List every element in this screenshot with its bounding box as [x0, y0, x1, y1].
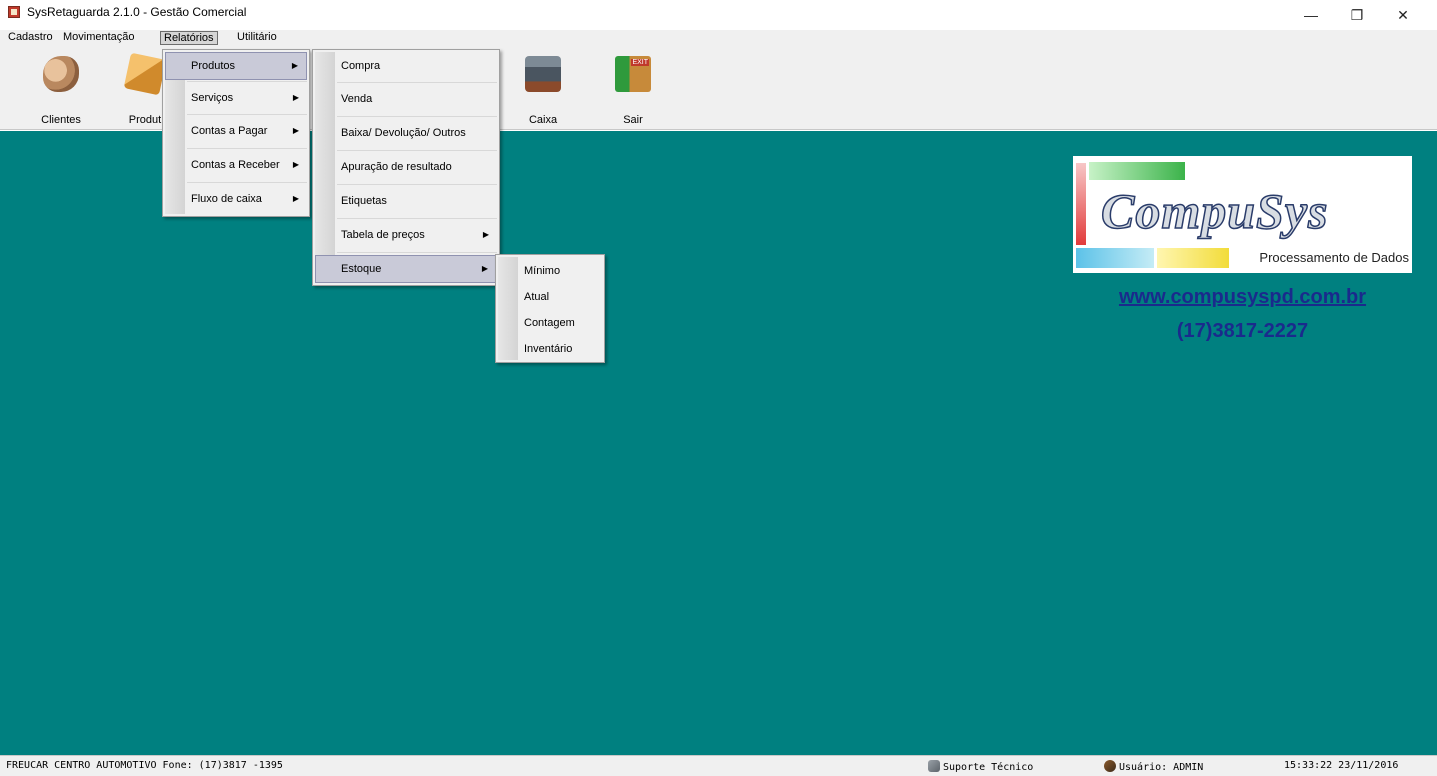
- menu-separator: [187, 182, 307, 183]
- produtos-submenu: Compra Venda Baixa/ Devolução/ Outros Ap…: [312, 49, 500, 286]
- menu-separator: [187, 114, 307, 115]
- menu-item-label: Mínimo: [524, 265, 561, 277]
- company-logo: CompuSys Processamento de Dados: [1073, 156, 1412, 273]
- tools-icon: [928, 760, 940, 772]
- logo-tagline: Processamento de Dados: [1259, 250, 1409, 265]
- menu-item-label: Compra: [341, 60, 381, 72]
- handshake-icon: [43, 56, 79, 92]
- menu-item-servicos[interactable]: Serviços ▶: [165, 84, 307, 112]
- window-title: SysRetaguarda 2.1.0 - Gestão Comercial: [27, 5, 247, 19]
- clock: 15:33:22 23/11/2016: [1284, 760, 1399, 771]
- submenu-arrow-icon: ▶: [292, 194, 299, 203]
- user-panel: Usuário: ADMIN: [1104, 760, 1203, 773]
- logo-yellow-bar: [1157, 248, 1229, 268]
- menu-item-label: Etiquetas: [341, 195, 387, 207]
- menu-item-label: Estoque: [341, 263, 382, 275]
- submenu-arrow-icon: ▶: [481, 264, 488, 273]
- menu-item-contagem[interactable]: Contagem: [498, 309, 602, 337]
- caixa-button[interactable]: Caixa: [510, 52, 576, 126]
- menu-item-inventario[interactable]: Inventário: [498, 335, 602, 363]
- menu-separator: [337, 116, 497, 117]
- menu-item-label: Apuração de resultado: [341, 161, 452, 173]
- company-phone: (17)3817-2227: [1176, 320, 1309, 342]
- menu-item-venda[interactable]: Venda: [315, 85, 497, 113]
- menu-separator: [337, 184, 497, 185]
- menu-item-minimo[interactable]: Mínimo: [498, 257, 602, 285]
- clientes-label: Clientes: [41, 114, 81, 126]
- company-url-link[interactable]: www.compusyspd.com.br: [1073, 286, 1412, 309]
- user-label: Usuário: ADMIN: [1119, 762, 1204, 773]
- menu-item-label: Baixa/ Devolução/ Outros: [341, 127, 466, 139]
- app-icon: [8, 6, 20, 18]
- menu-item-atual[interactable]: Atual: [498, 283, 602, 311]
- menu-separator: [337, 218, 497, 219]
- logo-red-bar: [1076, 163, 1086, 245]
- menu-item-label: Fluxo de caixa: [191, 193, 262, 205]
- menu-item-label: Contas a Pagar: [191, 125, 268, 137]
- menu-item-label: Contas a Receber: [191, 159, 280, 171]
- menu-item-label: Venda: [341, 93, 373, 105]
- menu-item-fluxo-caixa[interactable]: Fluxo de caixa ▶: [165, 185, 307, 213]
- menu-item-apuracao-resultado[interactable]: Apuração de resultado: [315, 153, 497, 181]
- menu-relatorios[interactable]: Relatórios: [160, 31, 218, 45]
- logo-name: CompuSys: [1100, 182, 1329, 240]
- user-icon: [1104, 760, 1116, 772]
- menu-bar: Cadastro Movimentação Relatórios Utilitá…: [0, 30, 1437, 46]
- minimize-button[interactable]: —: [1288, 0, 1334, 30]
- menu-item-contas-receber[interactable]: Contas a Receber ▶: [165, 151, 307, 179]
- menu-separator: [337, 82, 497, 83]
- restore-button[interactable]: ❐: [1334, 0, 1380, 30]
- menu-item-label: Contagem: [524, 317, 575, 329]
- menu-item-label: Atual: [524, 291, 550, 303]
- menu-separator: [187, 81, 307, 82]
- menu-item-produtos[interactable]: Produtos ▶: [165, 52, 307, 80]
- menu-item-baixa-devolucao[interactable]: Baixa/ Devolução/ Outros: [315, 119, 497, 147]
- title-bar: SysRetaguarda 2.1.0 - Gestão Comercial —…: [0, 0, 1437, 30]
- cash-register-icon: [525, 56, 561, 92]
- exit-door-icon: [615, 56, 651, 92]
- menu-item-estoque[interactable]: Estoque ▶: [315, 255, 497, 283]
- sair-label: Sair: [623, 114, 643, 126]
- support-label: Suporte Técnico: [943, 762, 1034, 773]
- logo-green-bar: [1089, 162, 1185, 180]
- submenu-arrow-icon: ▶: [292, 160, 299, 169]
- relatorios-menu: Produtos ▶ Serviços ▶ Contas a Pagar ▶ C…: [162, 49, 310, 217]
- menu-utilitario[interactable]: Utilitário: [234, 31, 280, 45]
- menu-item-label: Serviços: [191, 92, 234, 104]
- submenu-arrow-icon: ▶: [292, 93, 299, 102]
- menu-separator: [337, 252, 497, 253]
- menu-item-label: Tabela de preços: [341, 229, 425, 241]
- submenu-arrow-icon: ▶: [482, 230, 489, 239]
- menu-item-tabela-precos[interactable]: Tabela de preços ▶: [315, 221, 497, 249]
- menu-item-compra[interactable]: Compra: [315, 52, 497, 80]
- menu-item-label: Produtos: [191, 60, 236, 72]
- caixa-label: Caixa: [528, 114, 558, 126]
- submenu-arrow-icon: ▶: [291, 61, 298, 70]
- box-icon: [123, 52, 167, 96]
- close-button[interactable]: ✕: [1380, 0, 1426, 30]
- estoque-submenu: Mínimo Atual Contagem Inventário: [495, 254, 605, 363]
- clientes-button[interactable]: Clientes: [28, 52, 94, 126]
- sair-button[interactable]: Sair: [600, 52, 666, 126]
- menu-item-contas-pagar[interactable]: Contas a Pagar ▶: [165, 117, 307, 145]
- menu-separator: [187, 148, 307, 149]
- menu-movimentacao[interactable]: Movimentação: [60, 31, 138, 45]
- menu-item-etiquetas[interactable]: Etiquetas: [315, 187, 497, 215]
- menu-cadastro[interactable]: Cadastro: [5, 31, 56, 45]
- company-info: FREUCAR CENTRO AUTOMOTIVO Fone: (17)3817…: [6, 760, 283, 771]
- menu-separator: [337, 150, 497, 151]
- menu-item-label: Inventário: [524, 343, 573, 355]
- submenu-arrow-icon: ▶: [292, 126, 299, 135]
- status-bar: FREUCAR CENTRO AUTOMOTIVO Fone: (17)3817…: [0, 755, 1437, 776]
- support-panel[interactable]: Suporte Técnico: [928, 760, 1033, 773]
- logo-cyan-bar: [1076, 248, 1154, 268]
